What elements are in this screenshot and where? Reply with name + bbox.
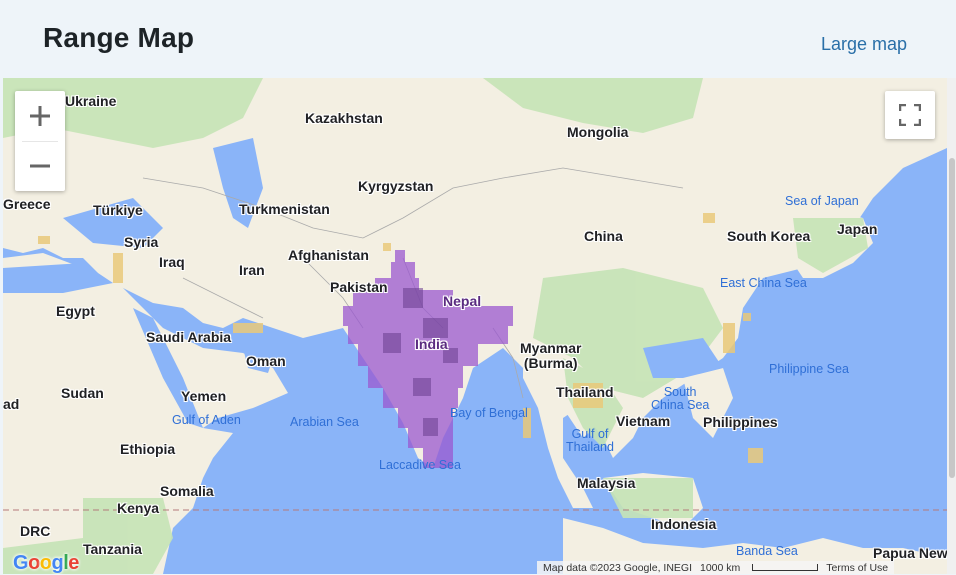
label-east-china-sea: East China Sea: [720, 276, 807, 290]
page-scrollbar[interactable]: [947, 78, 956, 574]
scale-bar: [752, 564, 819, 571]
scale-label[interactable]: 1000 km: [700, 562, 740, 574]
label-greece: Greece: [3, 196, 51, 212]
label-yemen: Yemen: [181, 388, 227, 404]
label-japan: Japan: [837, 221, 878, 237]
label-kenya: Kenya: [117, 500, 160, 516]
label-ukraine: Ukraine: [65, 93, 117, 109]
plus-icon: [30, 106, 50, 126]
label-sea-of-japan: Sea of Japan: [785, 194, 859, 208]
map-data-attribution: Map data ©2023 Google, INEGI: [543, 561, 692, 574]
label-philippine-sea: Philippine Sea: [769, 362, 849, 376]
label-laccadive-sea: Laccadive Sea: [379, 458, 462, 472]
label-thailand: Thailand: [556, 384, 614, 400]
label-ethiopia: Ethiopia: [120, 441, 176, 457]
label-drc: DRC: [20, 523, 51, 539]
label-gulf-of-thailand: Gulf of Thailand: [566, 427, 614, 454]
label-saudi-arabia: Saudi Arabia: [146, 329, 232, 345]
page-header: Range Map Large map: [0, 0, 956, 78]
label-india: India: [415, 336, 448, 352]
label-myanmar: Myanmar (Burma): [520, 340, 582, 371]
label-banda-sea: Banda Sea: [736, 544, 798, 558]
label-indonesia: Indonesia: [651, 516, 717, 532]
label-south-china-sea: South China Sea: [651, 385, 710, 412]
terms-link[interactable]: Terms of Use: [826, 562, 888, 574]
map-footer: Map data ©2023 Google, INEGI 1000 km Ter…: [537, 561, 895, 574]
label-nepal: Nepal: [443, 293, 482, 309]
google-logo: Google: [13, 552, 79, 574]
zoom-control: [15, 91, 65, 191]
fullscreen-button[interactable]: [885, 91, 935, 139]
fullscreen-icon: [899, 104, 921, 126]
label-malaysia: Malaysia: [577, 475, 636, 491]
label-afghanistan: Afghanistan: [288, 247, 369, 263]
label-oman: Oman: [246, 353, 286, 369]
label-pakistan: Pakistan: [330, 279, 388, 295]
label-china: China: [584, 228, 623, 244]
label-turkmenistan: Turkmenistan: [239, 201, 330, 217]
page-title: Range Map: [43, 22, 195, 53]
scrollbar-thumb[interactable]: [949, 158, 955, 478]
label-gulf-of-aden: Gulf of Aden: [172, 413, 241, 427]
label-turkiye: Türkiye: [93, 202, 143, 218]
label-philippines: Philippines: [703, 414, 778, 430]
label-iraq: Iraq: [159, 254, 185, 270]
label-kazakhstan: Kazakhstan: [305, 110, 383, 126]
range-map[interactable]: Ukraine Kazakhstan Mongolia Greece Türki…: [3, 78, 947, 574]
label-papua: Papua New: [873, 545, 947, 561]
large-map-link[interactable]: Large map: [821, 34, 907, 55]
label-tanzania: Tanzania: [83, 541, 142, 557]
label-somalia: Somalia: [160, 483, 214, 499]
zoom-out-button[interactable]: [15, 141, 65, 191]
label-arabian-sea: Arabian Sea: [290, 415, 359, 429]
label-iran: Iran: [239, 262, 265, 278]
zoom-in-button[interactable]: [15, 91, 65, 141]
label-egypt: Egypt: [56, 303, 95, 319]
label-mongolia: Mongolia: [567, 124, 629, 140]
label-syria: Syria: [124, 234, 159, 250]
label-vietnam: Vietnam: [616, 413, 671, 429]
label-sudan: Sudan: [61, 385, 104, 401]
minus-icon: [30, 164, 50, 168]
label-chad: ad: [3, 396, 20, 412]
label-bay-of-bengal: Bay of Bengal: [450, 406, 528, 420]
label-south-korea: South Korea: [727, 228, 811, 244]
label-kyrgyzstan: Kyrgyzstan: [358, 178, 434, 194]
